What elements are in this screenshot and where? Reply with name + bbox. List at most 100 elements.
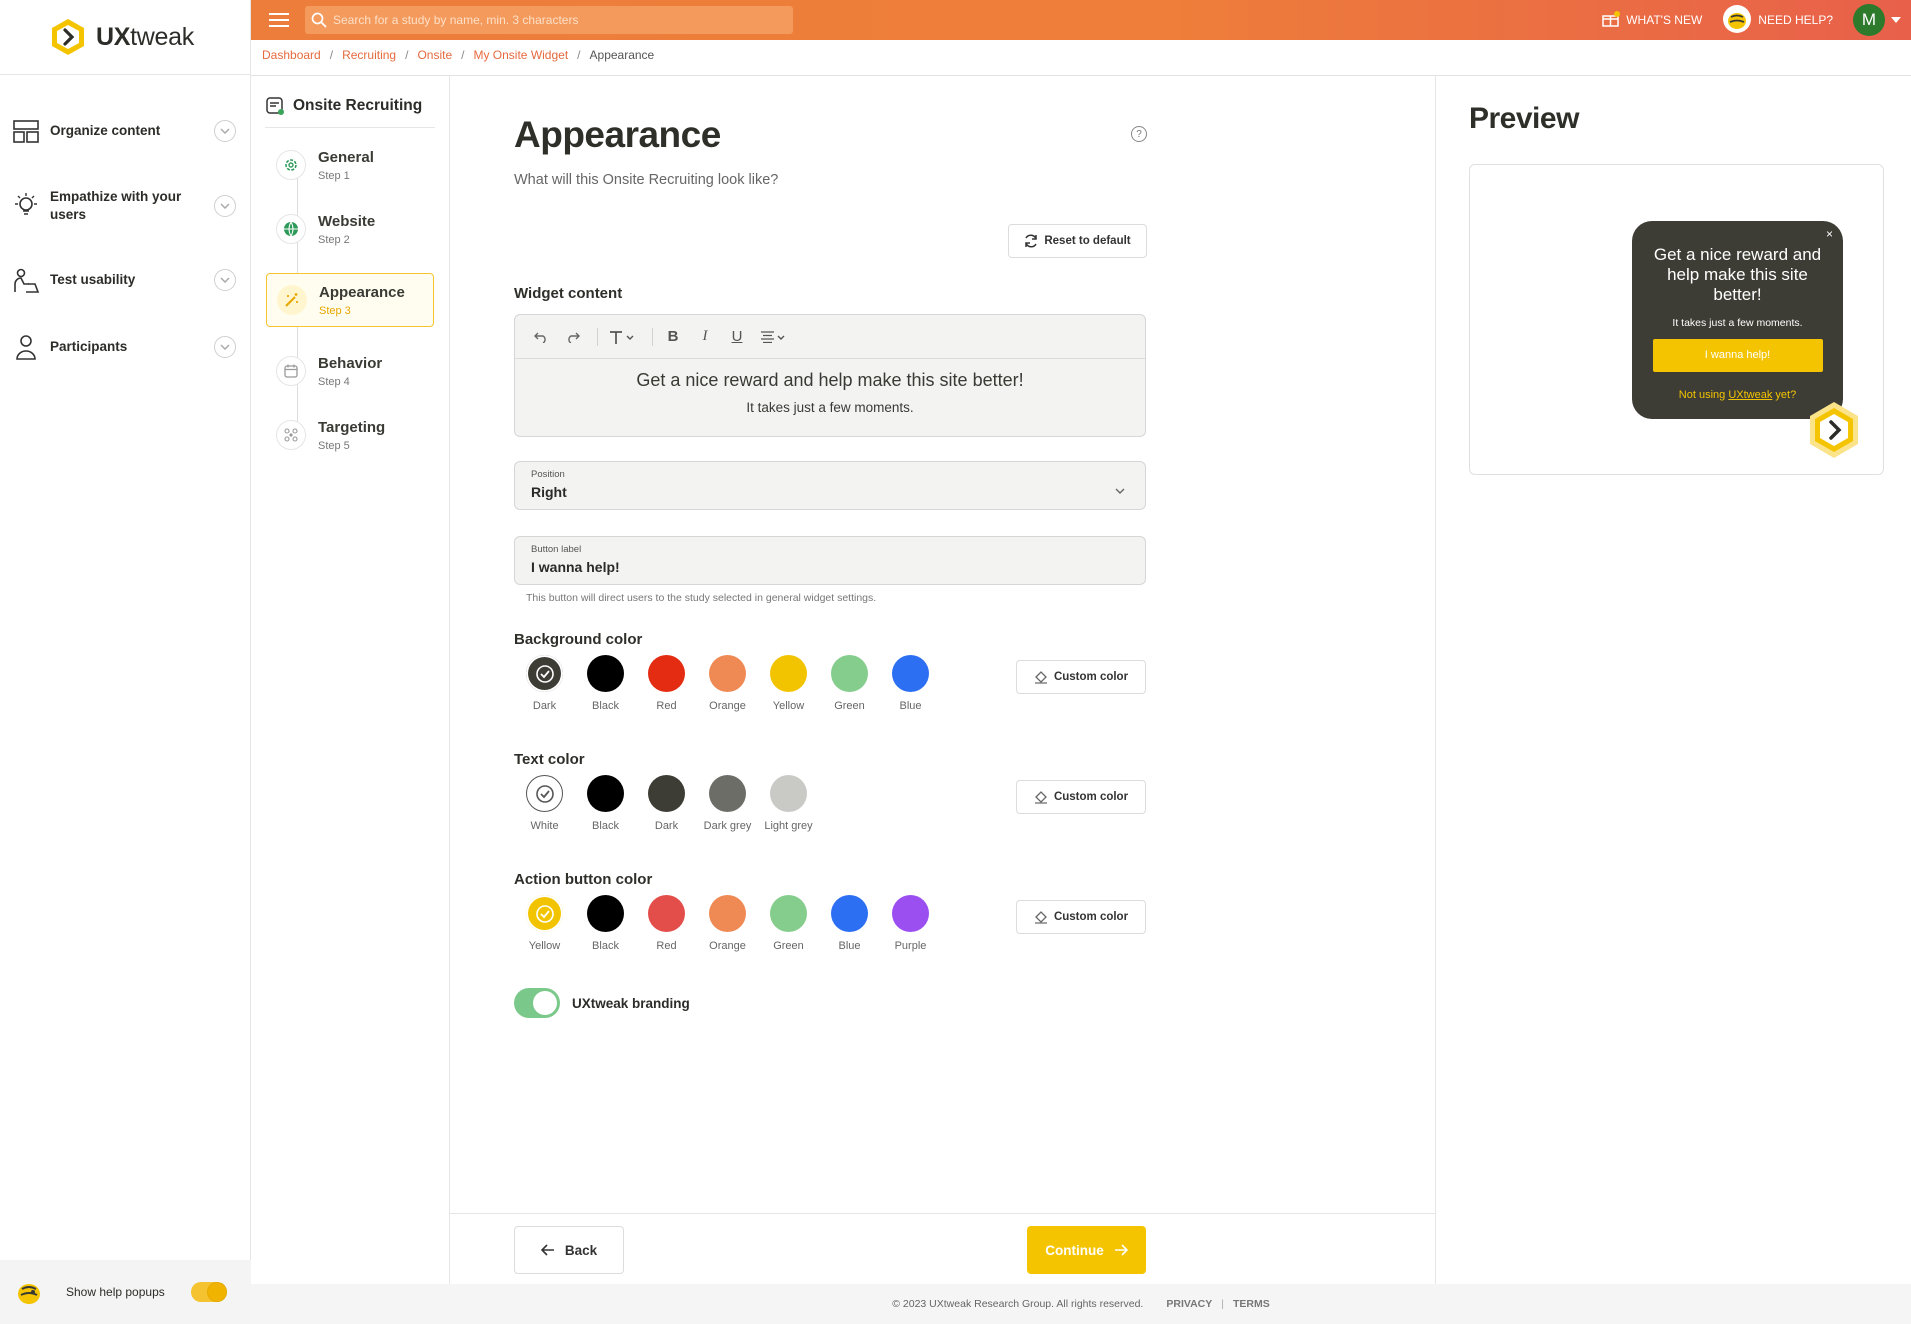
action-swatch-orange[interactable]: Orange	[697, 895, 758, 952]
step-number: Step 2	[318, 233, 350, 246]
continue-button[interactable]: Continue	[1027, 1226, 1146, 1274]
breadcrumb-dashboard[interactable]: Dashboard	[262, 48, 321, 62]
custom-color-label: Custom color	[1053, 671, 1129, 683]
text-color-label: Text color	[514, 751, 585, 768]
step-behavior[interactable]: Behavior Step 4	[266, 344, 434, 398]
action-swatch-black[interactable]: Black	[575, 895, 636, 952]
paint-bucket-icon	[1034, 790, 1048, 804]
back-button[interactable]: Back	[514, 1226, 624, 1274]
text-size-icon[interactable]	[606, 325, 640, 349]
action-button-color-label: Action button color	[514, 871, 653, 888]
text-swatch-white[interactable]: White	[514, 775, 575, 832]
chevron-down-icon[interactable]	[214, 120, 236, 142]
bg-swatch-yellow[interactable]: Yellow	[758, 655, 819, 712]
rich-text-editor[interactable]: B I U Get a nice reward and help make th…	[514, 314, 1146, 437]
widget-uxtweak-link[interactable]: UXtweak	[1728, 389, 1772, 401]
step-appearance[interactable]: Appearance Step 3	[266, 273, 434, 327]
help-popups-toggle[interactable]	[191, 1282, 227, 1302]
swatch-dot	[526, 655, 563, 692]
nav-participants[interactable]: Participants	[12, 333, 236, 361]
bg-swatch-black[interactable]: Black	[575, 655, 636, 712]
italic-icon[interactable]: I	[693, 325, 717, 349]
terms-link[interactable]: TERMS	[1233, 1298, 1270, 1310]
appearance-form: Appearance ? What will this Onsite Recru…	[450, 76, 1435, 1284]
swatch-dot	[587, 895, 624, 932]
bg-swatch-dark[interactable]: Dark	[514, 655, 575, 712]
text-swatch-light-grey[interactable]: Light grey	[758, 775, 819, 832]
magic-wand-icon	[277, 285, 307, 315]
action-swatch-blue[interactable]: Blue	[819, 895, 880, 952]
close-icon[interactable]: ×	[1826, 227, 1833, 241]
swatch-name: Dark	[654, 820, 679, 832]
breadcrumb-widget[interactable]: My Onsite Widget	[473, 48, 568, 62]
user-avatar[interactable]: M	[1853, 4, 1885, 36]
nav-organize-content[interactable]: Organize content	[12, 117, 236, 145]
breadcrumb-recruiting[interactable]: Recruiting	[342, 48, 396, 62]
step-website[interactable]: Website Step 2	[266, 202, 434, 256]
left-navigation: UXtweak Organize content Empathize with …	[0, 0, 251, 1324]
background-color-label: Background color	[514, 631, 643, 648]
button-label-field[interactable]: Button label I wanna help!	[514, 536, 1146, 585]
position-select[interactable]: Position Right	[514, 461, 1146, 510]
step-targeting[interactable]: Targeting Step 5	[266, 408, 434, 462]
reset-to-default-button[interactable]: Reset to default	[1008, 224, 1147, 258]
gift-icon	[1602, 10, 1621, 30]
bg-swatch-blue[interactable]: Blue	[880, 655, 941, 712]
action-swatch-purple[interactable]: Purple	[880, 895, 941, 952]
swatch-name: Orange	[709, 940, 746, 952]
paint-bucket-icon	[1034, 670, 1048, 684]
redo-icon[interactable]	[561, 325, 585, 349]
widget-action-button[interactable]: I wanna help!	[1652, 339, 1823, 372]
action-swatch-yellow[interactable]: Yellow	[514, 895, 575, 952]
branding-toggle[interactable]	[514, 988, 560, 1018]
hamburger-menu-icon[interactable]	[269, 13, 289, 27]
page-title: Appearance	[514, 114, 721, 155]
preview-panel: Preview × Get a nice reward and help mak…	[1435, 76, 1911, 1284]
need-help-link[interactable]: NEED HELP?	[1722, 4, 1833, 37]
check-icon	[535, 904, 554, 923]
bold-icon[interactable]: B	[661, 325, 685, 349]
hexagon-launcher-icon[interactable]	[1803, 399, 1865, 461]
bg-swatch-red[interactable]: Red	[636, 655, 697, 712]
align-icon[interactable]	[757, 325, 791, 349]
action-custom-color-button[interactable]: Custom color	[1016, 900, 1146, 934]
position-label: Position	[531, 469, 565, 480]
bg-custom-color-button[interactable]: Custom color	[1016, 660, 1146, 694]
uxtweak-logo[interactable]: UXtweak	[0, 0, 250, 75]
swatch-name: White	[530, 820, 559, 832]
nav-test-usability[interactable]: Test usability	[12, 266, 236, 294]
step-general[interactable]: General Step 1	[266, 138, 434, 192]
help-circle-icon[interactable]: ?	[1131, 126, 1147, 142]
footer-separator: |	[1221, 1298, 1224, 1310]
text-swatch-dark[interactable]: Dark	[636, 775, 697, 832]
action-swatch-red[interactable]: Red	[636, 895, 697, 952]
undo-icon[interactable]	[529, 325, 553, 349]
swatch-dot	[648, 775, 685, 812]
chevron-down-icon[interactable]	[214, 195, 236, 217]
text-swatch-dark-grey[interactable]: Dark grey	[697, 775, 758, 832]
nav-empathize[interactable]: Empathize with your users	[12, 188, 236, 224]
editor-body[interactable]: Get a nice reward and help make this sit…	[515, 359, 1145, 415]
whats-new-link[interactable]: WHAT'S NEW	[1602, 10, 1702, 30]
page-footer: © 2023 UXtweak Research Group. All right…	[251, 1284, 1911, 1324]
privacy-link[interactable]: PRIVACY	[1166, 1298, 1212, 1310]
search-input[interactable]	[333, 13, 773, 27]
page-subtitle: What will this Onsite Recruiting look li…	[514, 172, 779, 188]
bee-help-icon	[1722, 4, 1752, 37]
text-custom-color-button[interactable]: Custom color	[1016, 780, 1146, 814]
person-laptop-icon	[14, 268, 40, 293]
chevron-down-icon[interactable]	[1891, 17, 1901, 23]
text-swatch-black[interactable]: Black	[575, 775, 636, 832]
chevron-down-icon[interactable]	[214, 269, 236, 291]
need-help-label: NEED HELP?	[1758, 13, 1833, 27]
action-swatch-green[interactable]: Green	[758, 895, 819, 952]
top-right-actions: WHAT'S NEW NEED HELP? M	[1602, 0, 1911, 40]
steps-header: Onsite Recruiting	[265, 94, 435, 128]
editor-sub-text: It takes just a few moments.	[746, 400, 914, 415]
chevron-down-icon[interactable]	[214, 336, 236, 358]
swatch-dot	[709, 655, 746, 692]
underline-icon[interactable]: U	[725, 325, 749, 349]
bg-swatch-green[interactable]: Green	[819, 655, 880, 712]
bg-swatch-orange[interactable]: Orange	[697, 655, 758, 712]
breadcrumb-onsite[interactable]: Onsite	[417, 48, 452, 62]
